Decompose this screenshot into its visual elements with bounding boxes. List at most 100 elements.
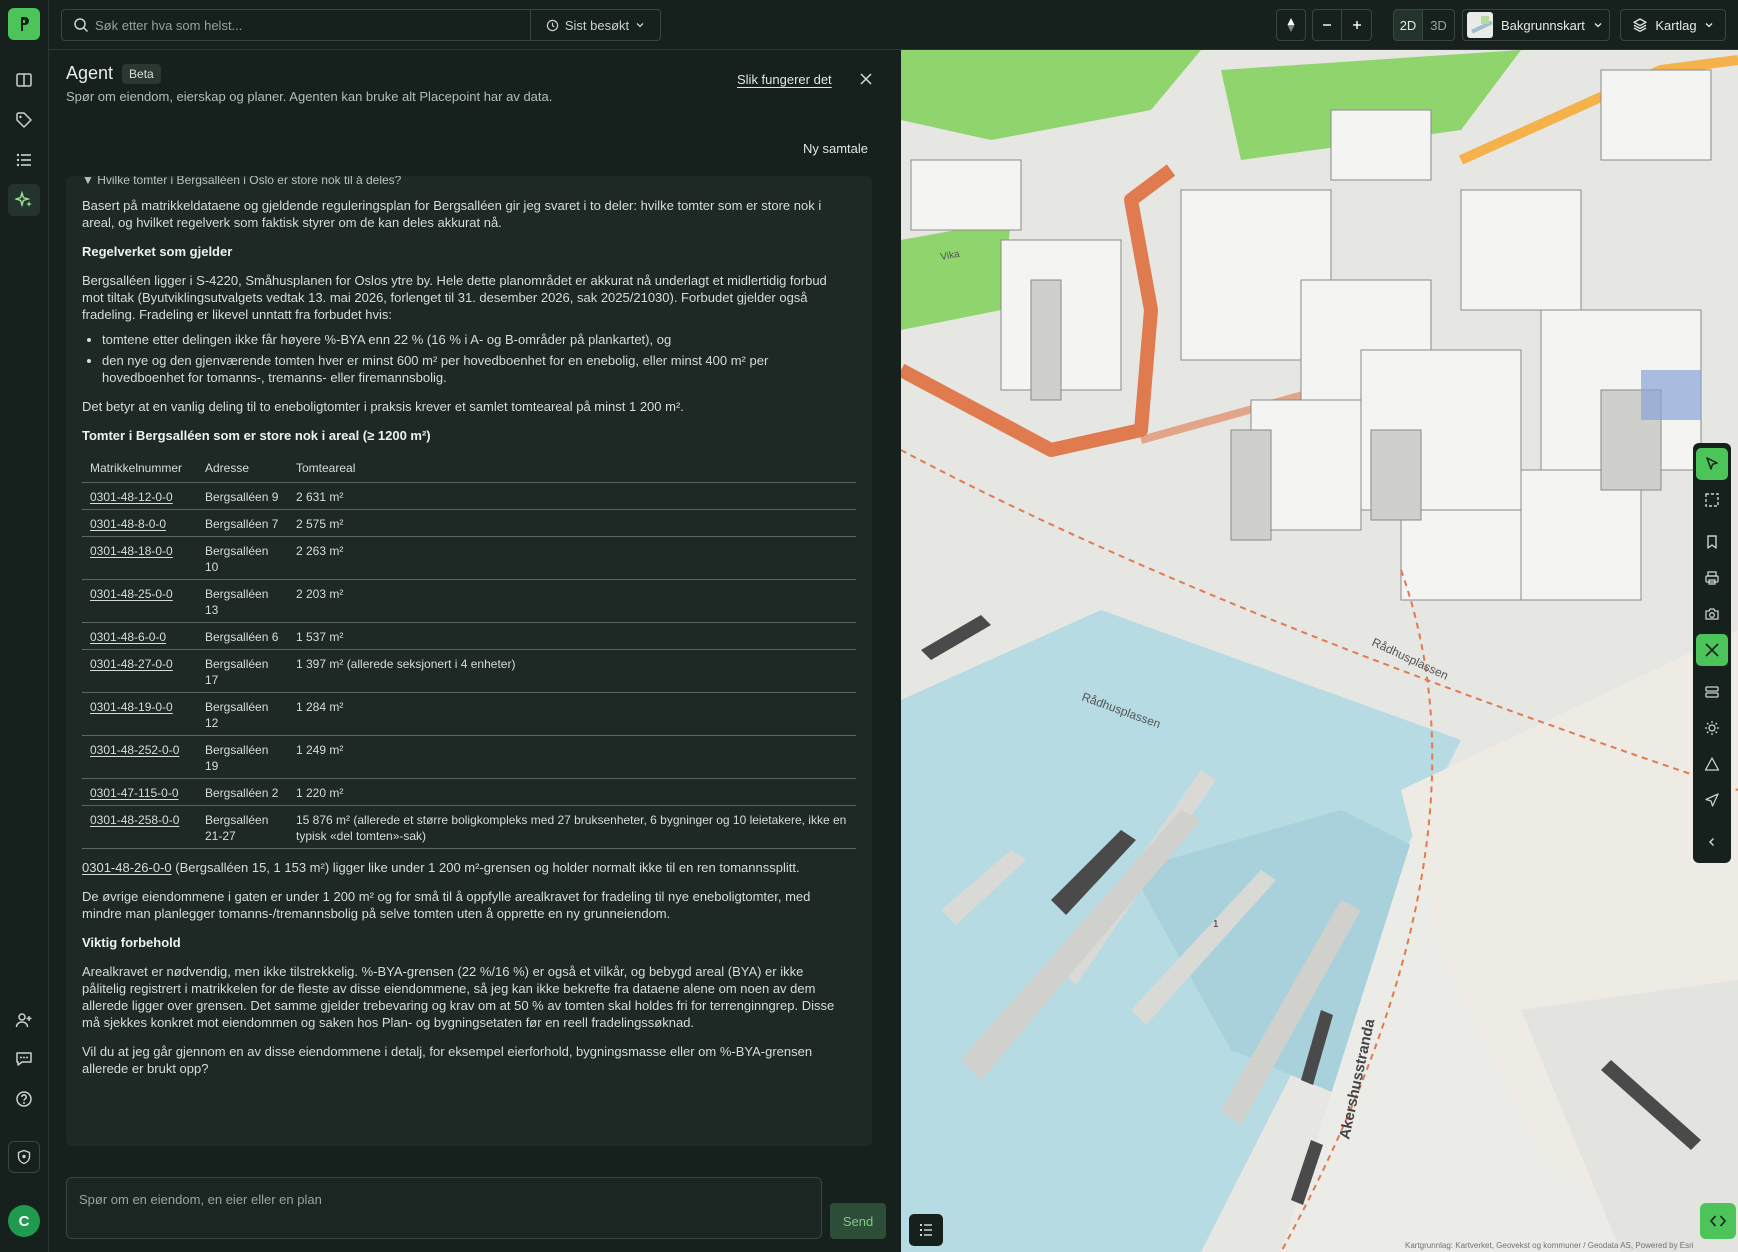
table-row: 0301-48-18-0-0 Bergsalléen 10 2 263 m² <box>82 536 856 580</box>
address-cell: Bergsalléen 19 <box>197 735 288 779</box>
search-icon <box>74 18 89 33</box>
layers-dropdown[interactable]: Kartlag <box>1620 9 1726 41</box>
building <box>910 159 1022 231</box>
terrain-button[interactable] <box>1696 748 1728 780</box>
rail-item-list[interactable] <box>8 144 40 176</box>
logo-mark-icon <box>21 17 29 31</box>
area-cell: 2 263 m² <box>288 536 856 580</box>
share-icon <box>1705 793 1719 807</box>
caveat-text: Arealkravet er nødvendig, men ikke tilst… <box>82 964 835 1030</box>
map-canvas[interactable]: Rådhusplassen Rådhusplassen Akershusstra… <box>901 50 1738 1252</box>
plus-icon <box>1352 21 1361 29</box>
rules-text: Bergsalléen ligger i S-4220, Småhusplane… <box>82 273 827 322</box>
matrikkel-link[interactable]: 0301-48-8-0-0 <box>82 509 197 537</box>
matrikkel-link[interactable]: 0301-48-18-0-0 <box>82 536 197 580</box>
recent-dropdown[interactable]: Sist besøkt <box>530 10 660 40</box>
near-limit-detail: (Bergsalléen 15, 1 153 m²) ligger like u… <box>171 860 800 875</box>
assistant-message: ▼ Hvilke tomter i Bergsalléen i Oslo er … <box>66 176 872 1146</box>
triangle-icon <box>1704 757 1720 771</box>
rail-item-agent[interactable] <box>8 184 40 216</box>
chat-icon <box>16 1052 32 1066</box>
print-button[interactable] <box>1696 562 1728 594</box>
mode-3d-button[interactable]: 3D <box>1423 9 1455 41</box>
column-header: Matrikkelnummer <box>82 454 197 483</box>
matrikkel-link[interactable]: 0301-48-27-0-0 <box>82 649 197 693</box>
area-select-button[interactable] <box>1696 484 1728 516</box>
zoom-out-button[interactable] <box>1312 9 1342 41</box>
address-cell: Bergsalléen 12 <box>197 692 288 736</box>
matrikkel-link[interactable]: 0301-48-252-0-0 <box>82 735 197 779</box>
layers-icon <box>1633 18 1648 32</box>
agent-panel: Agent Beta Spør om eiendom, eierskap og … <box>49 50 931 1252</box>
basemap-dropdown[interactable]: Bakgrunnskart <box>1462 9 1610 41</box>
map-view[interactable]: Rådhusplassen Rådhusplassen Akershusstra… <box>901 50 1738 1252</box>
rail-item-help[interactable] <box>8 1083 40 1115</box>
how-it-works-link[interactable]: Slik fungerer det <box>737 72 832 87</box>
select-tool-button[interactable] <box>1696 448 1728 480</box>
top-bar: Sist besøkt 2D 3D Bakgrunnskart Kartlag <box>49 0 1738 50</box>
chevron-left-icon <box>1708 837 1715 847</box>
matrikkel-link[interactable]: 0301-48-26-0-0 <box>82 860 172 875</box>
left-rail: C <box>0 0 49 1252</box>
bookmark-button[interactable] <box>1696 526 1728 558</box>
sun-icon <box>1705 721 1719 735</box>
list-item: tomtene etter delingen ikke får høyere %… <box>102 331 842 348</box>
user-question[interactable]: ▼ Hvilke tomter i Bergsalléen i Oslo er … <box>82 176 842 189</box>
embed-code-button[interactable] <box>1700 1203 1736 1239</box>
matrikkel-link[interactable]: 0301-48-19-0-0 <box>82 692 197 736</box>
address-cell: Bergsalléen 9 <box>197 482 288 510</box>
mode-2d-button[interactable]: 2D <box>1393 9 1423 41</box>
matrikkel-link[interactable]: 0301-48-25-0-0 <box>82 579 197 623</box>
share-button[interactable] <box>1696 784 1728 816</box>
camera-icon <box>1705 608 1719 620</box>
rail-item-feedback[interactable] <box>8 1043 40 1075</box>
matrikkel-link[interactable]: 0301-48-6-0-0 <box>82 622 197 650</box>
prompt-box <box>66 1177 822 1239</box>
near-limit-text: 0301-48-26-0-0 (Bergsalléen 15, 1 153 m²… <box>82 859 842 876</box>
zoom-in-button[interactable] <box>1342 9 1372 41</box>
measure-close-button[interactable] <box>1696 634 1728 666</box>
close-icon <box>860 73 872 85</box>
sparkle-icon <box>15 191 32 208</box>
table-row: 0301-48-8-0-0 Bergsalléen 72 575 m² <box>82 509 856 537</box>
select-area-icon <box>1705 493 1719 507</box>
matrikkel-link[interactable]: 0301-48-12-0-0 <box>82 482 197 510</box>
new-conversation-button[interactable]: Ny samtale <box>803 141 868 156</box>
screenshot-button[interactable] <box>1696 598 1728 630</box>
meaning-text: Det betyr at en vanlig deling til to ene… <box>82 399 684 414</box>
building <box>1330 109 1432 181</box>
list-item: den nye og den gjenværende tomten hver e… <box>102 352 842 386</box>
layers-stack-button[interactable] <box>1696 676 1728 708</box>
beta-badge: Beta <box>122 63 161 84</box>
rail-item-admin[interactable] <box>8 1141 40 1173</box>
send-button[interactable]: Send <box>830 1203 886 1239</box>
rules-list: tomtene etter delingen ikke får høyere %… <box>102 331 842 386</box>
close-panel-button[interactable] <box>855 68 877 90</box>
matrikkel-link[interactable]: 0301-47-115-0-0 <box>82 778 197 806</box>
legend-button[interactable] <box>909 1214 943 1246</box>
area-cell: 2 631 m² <box>288 482 856 510</box>
table-header-row: Matrikkelnummer Adresse Tomteareal <box>82 454 856 483</box>
rail-item-invite[interactable] <box>8 1004 40 1036</box>
compass-button[interactable] <box>1276 9 1306 41</box>
plots-table: Matrikkelnummer Adresse Tomteareal 0301-… <box>82 454 856 849</box>
search-input[interactable] <box>89 10 530 40</box>
sun-shadow-button[interactable] <box>1696 712 1728 744</box>
matrikkel-link[interactable]: 0301-48-258-0-0 <box>82 805 197 849</box>
address-cell: Bergsalléen 21-27 <box>197 805 288 849</box>
column-header: Adresse <box>197 454 288 483</box>
basemap-label: Bakgrunnskart <box>1501 17 1585 33</box>
building-shadow <box>1030 279 1062 401</box>
search-box: Sist besøkt <box>61 9 661 41</box>
map-toolstrip <box>1693 443 1731 863</box>
building <box>1400 509 1522 601</box>
chevron-down-icon <box>636 23 644 28</box>
collapse-toolstrip-button[interactable] <box>1696 826 1728 858</box>
prompt-input[interactable] <box>79 1188 799 1210</box>
placepoint-logo[interactable] <box>8 8 40 40</box>
user-avatar[interactable]: C <box>8 1205 40 1237</box>
building <box>1460 189 1582 311</box>
rail-item-map[interactable] <box>8 64 40 96</box>
rail-item-tags[interactable] <box>8 104 40 136</box>
area-cell: 1 284 m² <box>288 692 856 736</box>
